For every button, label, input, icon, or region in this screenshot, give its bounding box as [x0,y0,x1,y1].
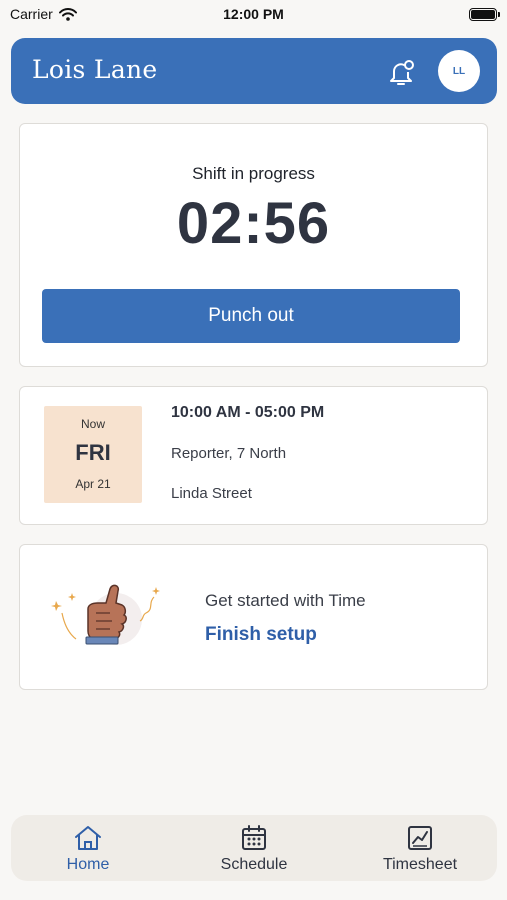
finish-setup-link[interactable]: Finish setup [205,624,317,646]
tab-home[interactable]: Home [18,825,158,875]
shift-hours: 10:00 AM - 05:00 PM [171,404,325,421]
setup-card: Get started with Time Finish setup [19,544,488,690]
tab-timesheet[interactable]: Timesheet [350,825,490,875]
shift-date: Apr 21 [75,477,111,491]
shift-status-label: Shift in progress [192,164,315,183]
tab-home-label: Home [66,856,110,873]
schedule-card[interactable]: Now FRI Apr 21 10:00 AM - 05:00 PM Repor… [19,386,488,525]
thumbs-up-illustration [51,584,160,645]
user-name-title: Lois Lane [32,55,158,84]
app-header: Lois Lane LL [11,38,497,104]
setup-prompt: Get started with Time [205,591,366,610]
battery-icon [469,8,500,21]
shift-card: Shift in progress 02:56 Punch out [19,123,488,367]
tab-schedule-label: Schedule [220,856,288,873]
day-of-week: FRI [75,440,111,465]
avatar[interactable]: LL [438,50,480,92]
now-label: Now [80,417,105,431]
tab-timesheet-label: Timesheet [382,856,458,873]
shift-timer: 02:56 [176,191,331,256]
bottom-tab-bar: Home Schedule Timesheet [11,815,497,881]
date-badge: Now FRI Apr 21 [44,406,142,503]
shift-role: Reporter, 7 North [171,445,287,462]
calendar-icon [242,825,266,850]
status-bar: Carrier 12:00 PM [0,0,507,30]
chart-icon [408,826,432,850]
home-icon [75,826,101,850]
punch-out-button[interactable]: Punch out [42,289,460,343]
shift-location: Linda Street [171,485,252,502]
tab-schedule[interactable]: Schedule [184,825,324,875]
bell-icon[interactable] [385,56,417,88]
status-time: 12:00 PM [223,6,284,22]
